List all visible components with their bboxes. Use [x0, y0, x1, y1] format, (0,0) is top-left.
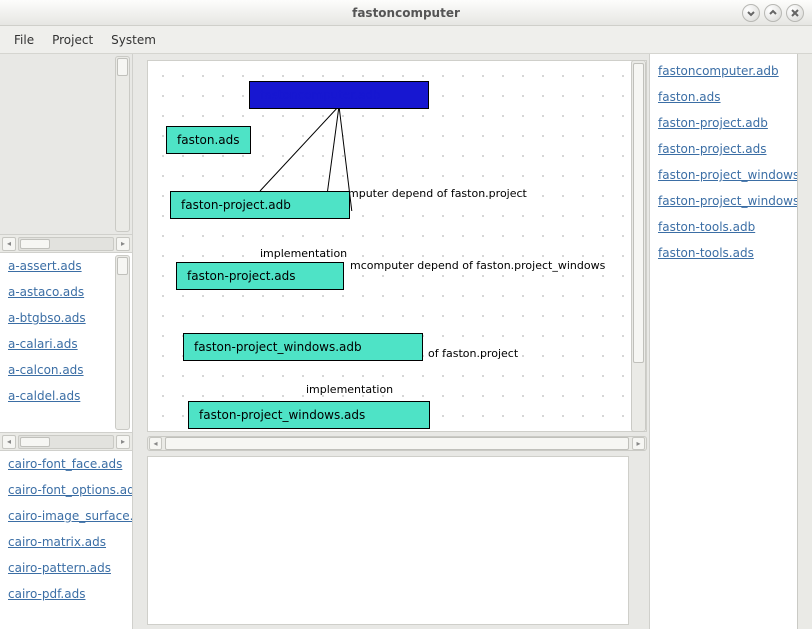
edge-label: mcomputer depend of faston.project_windo…: [350, 259, 605, 272]
list-item[interactable]: cairo-pattern.ads: [0, 555, 132, 581]
node-label: faston-project_windows.adb: [194, 340, 362, 354]
node-label: fastoncomputer.adb: [260, 88, 381, 102]
edge-label: implementation: [260, 247, 347, 260]
scroll-right-icon[interactable]: ▸: [632, 437, 645, 450]
canvas-hscroll[interactable]: ◂ ▸: [147, 436, 647, 451]
list-item[interactable]: faston.ads: [650, 84, 797, 110]
edge-label: of faston.project: [428, 347, 518, 360]
list-item[interactable]: faston-project_windows.adb: [650, 162, 797, 188]
dot-grid: [148, 61, 646, 431]
node-label: faston-project.adb: [181, 198, 291, 212]
center-column: fastoncomputer.adb faston.ads faston-pro…: [133, 54, 649, 629]
list-item[interactable]: a-calcon.ads: [0, 357, 132, 383]
scroll-right-icon[interactable]: ▸: [116, 237, 130, 251]
right-file-list: fastoncomputer.adb faston.ads faston-pro…: [650, 54, 797, 629]
list-item[interactable]: cairo-pdf.ads: [0, 581, 132, 607]
diagram-area: fastoncomputer.adb faston.ads faston-pro…: [133, 54, 649, 629]
diagram-node[interactable]: faston.ads: [166, 126, 251, 154]
node-label: faston-project_windows.ads: [199, 408, 365, 422]
left-panel-top: [0, 54, 132, 234]
menu-bar: File Project System: [0, 26, 812, 54]
right-vscroll[interactable]: [797, 54, 812, 629]
menu-system[interactable]: System: [103, 29, 164, 51]
bottom-panel: [147, 456, 629, 625]
list-item[interactable]: faston-tools.adb: [650, 214, 797, 240]
close-button[interactable]: [786, 4, 804, 22]
list-item[interactable]: cairo-font_options.ads: [0, 477, 132, 503]
left-a-vscroll[interactable]: [115, 255, 130, 430]
scroll-left-icon[interactable]: ◂: [149, 437, 162, 450]
diagram-canvas[interactable]: fastoncomputer.adb faston.ads faston-pro…: [147, 60, 647, 432]
list-item[interactable]: a-astaco.ads: [0, 279, 132, 305]
scroll-right-icon[interactable]: ▸: [116, 435, 130, 449]
menu-file[interactable]: File: [6, 29, 42, 51]
scroll-left-icon[interactable]: ◂: [2, 435, 16, 449]
left-a-hscroll[interactable]: ◂ ▸: [0, 432, 132, 450]
diagram-node[interactable]: faston-project_windows.ads: [188, 401, 430, 429]
diagram-node-root[interactable]: fastoncomputer.adb: [249, 81, 429, 109]
list-item[interactable]: faston-project.adb: [650, 110, 797, 136]
diagram-node[interactable]: faston-project_windows.adb: [183, 333, 423, 361]
window-titlebar: fastoncomputer: [0, 0, 812, 26]
list-item[interactable]: cairo-image_surface.ads: [0, 503, 132, 529]
canvas-vscroll[interactable]: [631, 60, 646, 432]
list-item[interactable]: cairo-font_face.ads: [0, 451, 132, 477]
left-top-vscroll[interactable]: [115, 56, 130, 232]
left-panel-a: a-assert.ads a-astaco.ads a-btgbso.ads a…: [0, 252, 132, 432]
left-column: ◂ ▸ a-assert.ads a-astaco.ads a-btgbso.a…: [0, 54, 133, 629]
list-item[interactable]: faston-project.ads: [650, 136, 797, 162]
diagram-node[interactable]: faston-project.ads: [176, 262, 344, 290]
edge-label: mputer depend of faston.project: [348, 187, 527, 200]
list-item[interactable]: faston-project_windows.ads: [650, 188, 797, 214]
list-item[interactable]: a-calari.ads: [0, 331, 132, 357]
edge-label: implementation: [306, 383, 393, 396]
node-label: faston-project.ads: [187, 269, 296, 283]
list-item[interactable]: a-assert.ads: [0, 253, 132, 279]
content-area: ◂ ▸ a-assert.ads a-astaco.ads a-btgbso.a…: [0, 54, 812, 629]
list-item[interactable]: fastoncomputer.adb: [650, 58, 797, 84]
right-column: fastoncomputer.adb faston.ads faston-pro…: [649, 54, 812, 629]
maximize-button[interactable]: [764, 4, 782, 22]
scroll-left-icon[interactable]: ◂: [2, 237, 16, 251]
window-title: fastoncomputer: [0, 6, 812, 20]
list-item[interactable]: cairo-matrix.ads: [0, 529, 132, 555]
menu-project[interactable]: Project: [44, 29, 101, 51]
minimize-button[interactable]: [742, 4, 760, 22]
window-buttons: [742, 4, 804, 22]
list-item[interactable]: faston-tools.ads: [650, 240, 797, 266]
diagram-node[interactable]: faston-project.adb: [170, 191, 350, 219]
list-item[interactable]: a-caldel.ads: [0, 383, 132, 409]
list-item[interactable]: a-btgbso.ads: [0, 305, 132, 331]
left-panel-b: cairo-font_face.ads cairo-font_options.a…: [0, 450, 132, 629]
left-top-hscroll[interactable]: ◂ ▸: [0, 234, 132, 252]
node-label: faston.ads: [177, 133, 240, 147]
